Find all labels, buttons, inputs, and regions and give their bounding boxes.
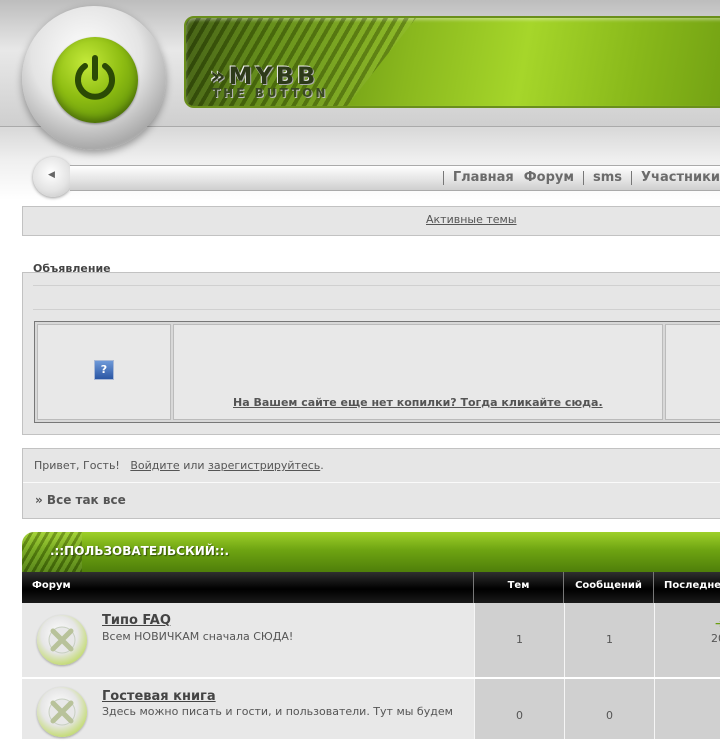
active-topics-bar: [22, 206, 720, 236]
nav-link-forum[interactable]: Форум: [524, 169, 574, 187]
announcement-cell: [665, 324, 720, 420]
divider: [33, 309, 720, 310]
posts-count: 1: [564, 603, 654, 677]
site-header: »MYBB THE BUTTON ◀ Главная Форум sms Уча…: [0, 0, 720, 200]
help-icon[interactable]: ?: [94, 360, 114, 380]
column-header-forum: Форум: [22, 572, 474, 603]
piggy-bank-link[interactable]: На Вашем сайте еще нет копилки? Тогда кл…: [233, 396, 603, 409]
nav-divider: [631, 171, 633, 185]
nav-link-members[interactable]: Участники: [641, 169, 720, 187]
topics-count: 1: [474, 603, 564, 677]
table-row: Гостевая книга Здесь можно писать и гост…: [22, 679, 720, 741]
nav-link-home[interactable]: Главная: [453, 169, 514, 187]
column-header-last-post: Последне: [664, 580, 720, 591]
power-icon[interactable]: [52, 37, 138, 123]
site-logo-subtitle: THE BUTTON: [212, 86, 329, 100]
last-post-date: 20: [711, 632, 720, 645]
category-header[interactable]: .::ПОЛЬЗОВАТЕЛЬСКИЙ::.: [22, 532, 720, 572]
period-text: .: [320, 459, 324, 472]
divider: [33, 285, 720, 286]
posts-count: 0: [564, 679, 654, 739]
login-link[interactable]: Войдите: [130, 459, 179, 472]
breadcrumb[interactable]: » Все так все: [35, 493, 126, 507]
nav-links: Главная Форум sms Участники: [434, 169, 720, 187]
left-arrow-icon: ◀: [48, 170, 55, 180]
forum-description: Всем НОВИЧКАМ сначала СЮДА!: [102, 630, 294, 643]
column-header-posts: Сообщений: [564, 572, 654, 603]
nav-divider: [582, 171, 584, 185]
column-header-topics: Тем: [474, 572, 564, 603]
register-link[interactable]: зарегистрируйтесь: [208, 459, 320, 472]
welcome-text: Привет, Гость! Войдите или зарегистрируй…: [34, 459, 324, 472]
or-text: или: [183, 459, 205, 472]
last-post-arrow-icon[interactable]: ➔: [715, 617, 720, 630]
topics-count: 0: [474, 679, 564, 739]
nav-divider: [442, 171, 444, 185]
table-row: Типо FAQ Всем НОВИЧКАМ сначала СЮДА! 1 1…: [22, 603, 720, 679]
divider: [23, 482, 720, 483]
nav-link-sms[interactable]: sms: [593, 169, 622, 187]
last-post-cell: [654, 679, 720, 739]
xbox-icon: [37, 687, 87, 737]
navbar: Главная Форум sms Участники: [70, 165, 720, 191]
forum-link[interactable]: Типо FAQ: [102, 613, 171, 628]
logo-banner[interactable]: »MYBB THE BUTTON: [184, 16, 720, 108]
nav-back-button[interactable]: ◀: [33, 157, 73, 197]
last-post-cell: ➔ 20: [654, 603, 720, 677]
greeting-text: Привет, Гость!: [34, 459, 120, 472]
forum-link[interactable]: Гостевая книга: [102, 689, 216, 704]
xbox-icon: [37, 615, 87, 665]
forum-description: Здесь можно писать и гости, и пользовате…: [102, 705, 453, 718]
category-title: .::ПОЛЬЗОВАТЕЛЬСКИЙ::.: [50, 544, 230, 558]
active-topics-link[interactable]: Активные темы: [426, 213, 517, 226]
forum-table-header: Форум Тем Сообщений Последне: [22, 572, 720, 603]
